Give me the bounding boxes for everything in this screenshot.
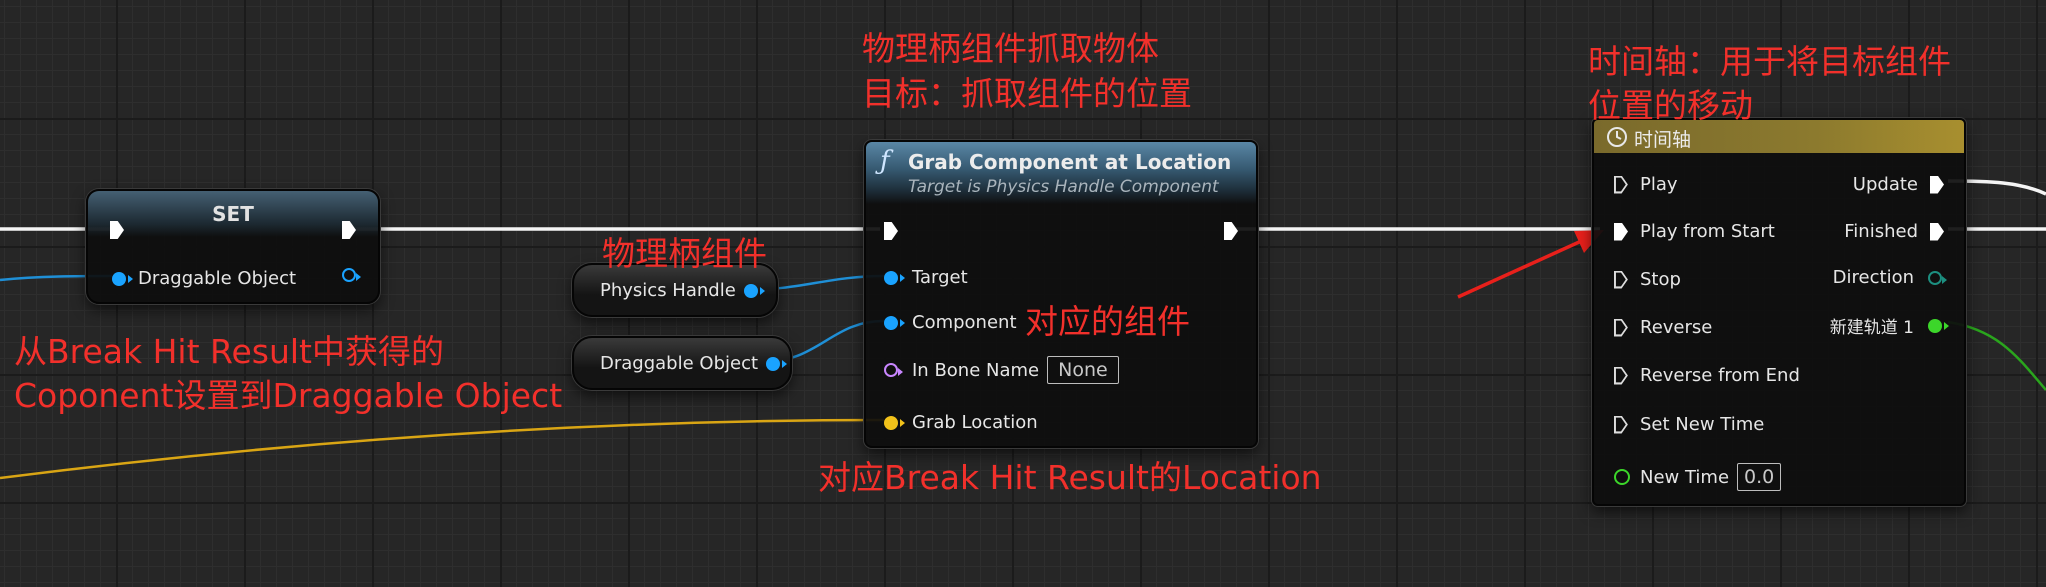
exec-pin-icon — [342, 221, 356, 239]
annotation-physics-handle: 物理柄组件 — [602, 234, 767, 273]
annotation-break-line1: 从Break Hit Result中获得的 — [14, 332, 444, 371]
in-bone-name-label: In Bone Name — [912, 359, 1040, 381]
annotation-location: 对应Break Hit Result的Location — [818, 458, 1322, 497]
update-label: Update — [1852, 174, 1918, 195]
grab-node-subtitle: Target is Physics Handle Component — [908, 177, 1219, 197]
timeline-new-track-pin[interactable]: 新建轨道 1 — [1829, 313, 1949, 338]
float-pin-icon — [1928, 318, 1949, 333]
physics-handle-label: Physics Handle — [600, 280, 736, 301]
grab-in-bone-name-pin[interactable]: In Bone Name None — [884, 356, 1119, 384]
timeline-finished-pin[interactable]: Finished — [1844, 221, 1944, 242]
enum-pin-icon — [1928, 270, 1947, 285]
annotation-timeline-line2: 位置的移动 — [1588, 86, 1753, 125]
reverse-from-end-label: Reverse from End — [1640, 365, 1800, 386]
exec-pin-icon — [1930, 222, 1944, 241]
exec-pin-icon — [1614, 416, 1628, 434]
annotation-grab-title-line2: 目标：抓取组件的位置 — [862, 74, 1192, 113]
set-node-title: SET — [212, 202, 254, 226]
grab-exec-in[interactable] — [884, 222, 898, 240]
vector-wire-location — [0, 418, 885, 480]
play-label: Play — [1640, 174, 1678, 195]
object-pin-icon — [766, 356, 788, 371]
direction-label: Direction — [1832, 267, 1914, 288]
reverse-label: Reverse — [1640, 317, 1713, 338]
grab-location-label: Grab Location — [912, 412, 1038, 433]
target-label: Target — [912, 267, 968, 288]
set-exec-in[interactable] — [110, 221, 124, 239]
exec-pin-icon — [1614, 271, 1628, 289]
object-output-pin-icon — [342, 268, 361, 282]
grab-node-title: Grab Component at Location — [908, 150, 1232, 174]
annotation-arrow — [1457, 236, 1589, 299]
physics-handle-pin[interactable]: Physics Handle — [600, 280, 765, 301]
object-pin-icon — [884, 315, 905, 330]
annotation-break-line2: Coponent设置到Draggable Object — [14, 376, 563, 415]
annotation-component: 对应的组件 — [1025, 302, 1190, 341]
annotation-grab-title-line1: 物理柄组件抓取物体 — [862, 29, 1159, 68]
object-pin-icon — [884, 270, 905, 285]
draggable-object-node[interactable]: Draggable Object — [572, 336, 792, 390]
timeline-reverse-from-end-pin[interactable]: Reverse from End — [1614, 365, 1800, 386]
timeline-play-pin[interactable]: Play — [1614, 174, 1678, 195]
grab-component-pin[interactable]: Component — [884, 312, 1017, 333]
new-time-label: New Time — [1640, 466, 1730, 488]
timeline-reverse-pin[interactable]: Reverse — [1614, 317, 1712, 338]
play-from-start-label: Play from Start — [1640, 221, 1775, 242]
exec-pin-icon — [884, 222, 898, 240]
exec-pin-icon — [1224, 222, 1238, 240]
grab-target-pin[interactable]: Target — [884, 267, 968, 288]
grab-component-node[interactable]: ƒ Grab Component at Location Target is P… — [864, 140, 1258, 448]
new-time-input[interactable]: 0.0 — [1737, 463, 1782, 491]
name-pin-icon — [884, 363, 903, 377]
timeline-play-from-start-pin[interactable]: Play from Start — [1614, 221, 1775, 242]
grab-exec-out[interactable] — [1224, 222, 1238, 240]
object-pin-icon — [743, 283, 765, 298]
grab-node-header: ƒ Grab Component at Location Target is P… — [866, 142, 1256, 204]
set-output-pin[interactable] — [342, 268, 361, 282]
exec-pin-icon — [1614, 176, 1628, 194]
set-node[interactable]: SET Draggable Object — [86, 189, 380, 304]
object-pin-icon — [112, 271, 133, 286]
float-pin-icon — [1614, 469, 1630, 485]
set-draggable-object-pin[interactable]: Draggable Object — [112, 268, 296, 289]
set-node-header: SET — [88, 191, 378, 237]
timeline-title: 时间轴 — [1634, 129, 1692, 151]
timeline-set-new-time-pin[interactable]: Set New Time — [1614, 414, 1764, 435]
timeline-new-time-pin[interactable]: New Time 0.0 — [1614, 463, 1782, 491]
component-label: Component — [912, 312, 1017, 333]
annotation-timeline-line1: 时间轴：用于将目标组件 — [1588, 42, 1951, 81]
new-track-label: 新建轨道 1 — [1829, 318, 1914, 338]
exec-pin-icon — [1614, 222, 1628, 241]
exec-pin-icon — [110, 221, 124, 239]
exec-pin-icon — [1930, 175, 1944, 194]
draggable-object-pin[interactable]: Draggable Object — [600, 353, 788, 374]
finished-label: Finished — [1844, 221, 1918, 242]
draggable-object-label: Draggable Object — [600, 353, 759, 374]
exec-pin-icon — [1614, 367, 1628, 385]
function-icon: ƒ — [880, 146, 890, 176]
clock-icon — [1607, 127, 1627, 147]
stop-label: Stop — [1640, 269, 1681, 290]
vector-pin-icon — [884, 415, 905, 430]
set-draggable-object-label: Draggable Object — [138, 268, 297, 289]
in-bone-name-input[interactable]: None — [1047, 356, 1119, 384]
grab-location-pin[interactable]: Grab Location — [884, 412, 1038, 433]
timeline-node[interactable]: 时间轴 Play Play from Start Stop Reverse Re… — [1592, 118, 1966, 506]
timeline-direction-pin[interactable]: Direction — [1832, 267, 1947, 288]
set-exec-out[interactable] — [342, 221, 356, 239]
exec-pin-icon — [1614, 319, 1628, 337]
timeline-stop-pin[interactable]: Stop — [1614, 269, 1681, 290]
set-new-time-label: Set New Time — [1640, 414, 1765, 435]
timeline-update-pin[interactable]: Update — [1853, 174, 1944, 195]
